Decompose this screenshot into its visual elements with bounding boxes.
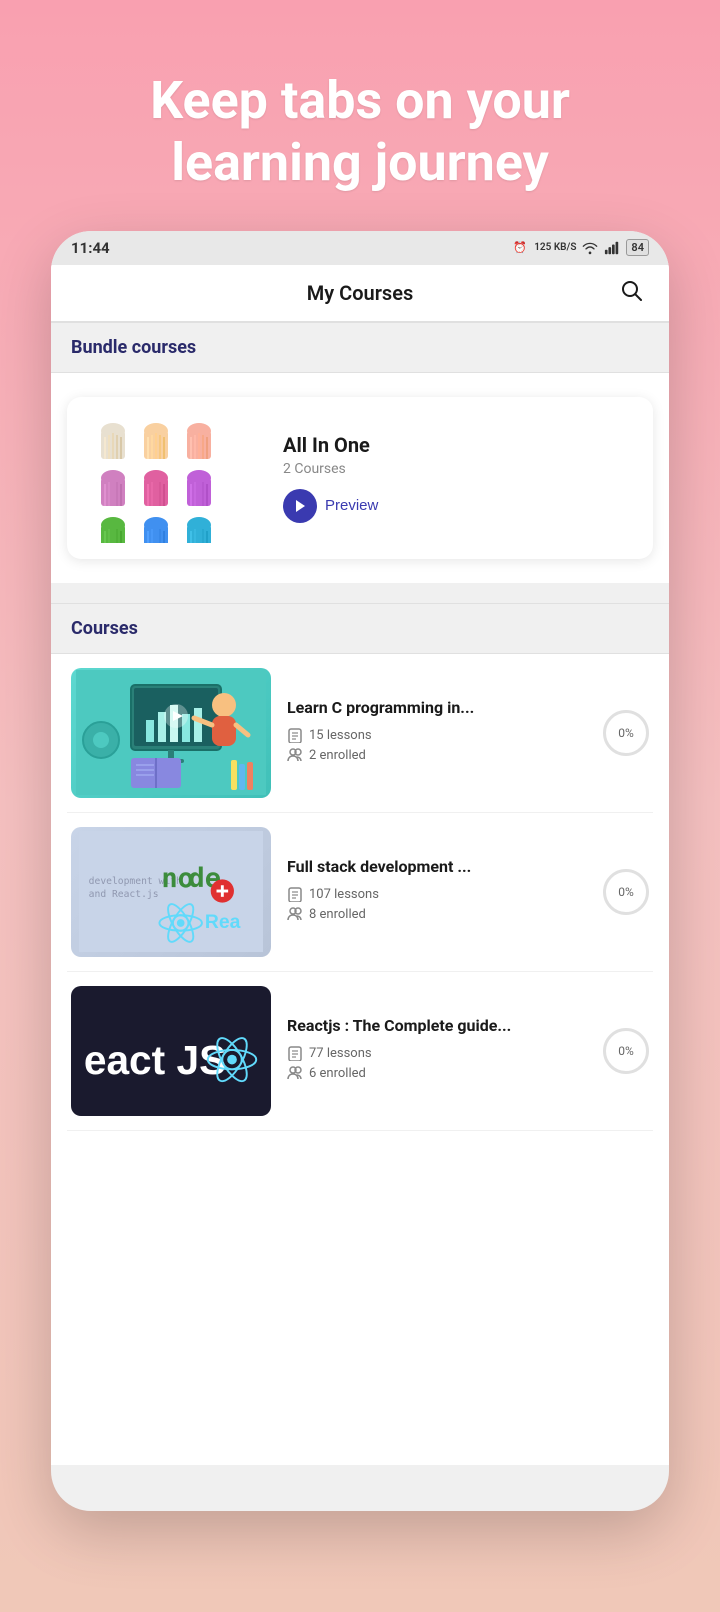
status-right: ⏰ 125 KB/S 84 <box>512 239 649 256</box>
course-enrolled-2: 8 enrolled <box>287 906 587 922</box>
enrolled-icon-1 <box>287 747 303 763</box>
courses-section-header: Courses <box>51 603 669 654</box>
enrolled-icon-2 <box>287 906 303 922</box>
bundle-section-header: Bundle courses <box>51 322 669 373</box>
lessons-count-1: 15 lessons <box>309 728 372 743</box>
progress-circle-3: 0% <box>603 1028 649 1074</box>
courses-heading-text: Courses <box>71 618 138 639</box>
course-title-3: Reactjs : The Complete guide... <box>287 1016 587 1037</box>
course-enrolled-1: 2 enrolled <box>287 747 587 763</box>
grid-item <box>136 470 176 514</box>
progress-value-2: 0% <box>618 885 634 899</box>
status-time: 11:44 <box>71 239 110 257</box>
course-lessons-1: 15 lessons <box>287 727 587 743</box>
status-bar: 11:44 ⏰ 125 KB/S <box>51 231 669 265</box>
enrolled-count-3: 6 enrolled <box>309 1066 366 1081</box>
progress-value-1: 0% <box>618 726 634 740</box>
grid-item <box>179 470 219 514</box>
hero-line2: learning journey <box>171 132 549 193</box>
search-button[interactable] <box>619 278 645 307</box>
lessons-count-2: 107 lessons <box>309 887 379 902</box>
progress-circle-2: 0% <box>603 869 649 915</box>
reactjs-illustration: eact JS <box>71 986 271 1116</box>
alarm-icon: ⏰ <box>512 240 528 256</box>
app-header: My Courses <box>51 265 669 322</box>
battery-indicator: 84 <box>626 239 649 256</box>
app-content: My Courses Bundle courses <box>51 265 669 1465</box>
grid-item <box>93 423 133 467</box>
hero-title: Keep tabs on your learning journey <box>150 70 570 195</box>
play-icon-circle <box>283 489 317 523</box>
lessons-icon-3 <box>287 1045 303 1061</box>
grid-item <box>93 470 133 514</box>
grid-item <box>136 517 176 543</box>
grid-item <box>93 517 133 543</box>
lessons-icon-1 <box>287 727 303 743</box>
progress-value-3: 0% <box>618 1044 634 1058</box>
search-icon <box>619 278 645 304</box>
course-card-3[interactable]: eact JS Reactjs : The Complete guide... <box>67 972 653 1131</box>
course-thumbnail-2: development with and React.js no de <box>71 827 271 957</box>
svg-text:eact JS: eact JS <box>84 1037 226 1083</box>
course-lessons-2: 107 lessons <box>287 886 587 902</box>
course-card-2[interactable]: development with and React.js no de <box>67 813 653 972</box>
lessons-icon-2 <box>287 886 303 902</box>
instructor-illustration <box>71 668 271 798</box>
svg-text:Rea: Rea <box>205 911 241 933</box>
page-title: My Courses <box>307 281 413 305</box>
svg-text:and React.js: and React.js <box>89 889 159 900</box>
section-spacer <box>51 583 669 603</box>
hero-line1: Keep tabs on your <box>150 70 570 131</box>
bundle-thumbnail <box>83 413 263 543</box>
phone-frame: 11:44 ⏰ 125 KB/S <box>51 231 669 1511</box>
enrolled-icon-3 <box>287 1065 303 1081</box>
wifi-icon <box>582 240 598 256</box>
colorful-grid <box>87 417 225 543</box>
course-info-1: Learn C programming in... 15 lessons <box>287 698 587 767</box>
progress-circle-1: 0% <box>603 710 649 756</box>
lessons-count-3: 77 lessons <box>309 1046 372 1061</box>
course-title-2: Full stack development ... <box>287 857 587 878</box>
course-lessons-3: 77 lessons <box>287 1045 587 1061</box>
grid-item <box>179 517 219 543</box>
bundle-info: All In One 2 Courses Preview <box>283 433 637 523</box>
course-thumbnail-3: eact JS <box>71 986 271 1116</box>
bundle-section-content: All In One 2 Courses Preview <box>51 373 669 583</box>
course-enrolled-3: 6 enrolled <box>287 1065 587 1081</box>
bundle-title: All In One <box>283 433 637 457</box>
preview-button[interactable]: Preview <box>283 489 378 523</box>
bundle-heading-text: Bundle courses <box>71 337 196 358</box>
hero-section: Keep tabs on your learning journey <box>150 70 570 195</box>
course-info-3: Reactjs : The Complete guide... 77 lesso… <box>287 1016 587 1085</box>
grid-item <box>179 423 219 467</box>
bundle-subtitle: 2 Courses <box>283 461 637 477</box>
course-thumbnail-1 <box>71 668 271 798</box>
signal-icon <box>604 240 620 256</box>
grid-item <box>136 423 176 467</box>
course-title-1: Learn C programming in... <box>287 698 587 719</box>
play-icon <box>294 499 306 513</box>
data-speed: 125 KB/S <box>534 242 576 253</box>
enrolled-count-1: 2 enrolled <box>309 748 366 763</box>
bundle-card: All In One 2 Courses Preview <box>67 397 653 559</box>
enrolled-count-2: 8 enrolled <box>309 907 366 922</box>
course-card-1[interactable]: Learn C programming in... 15 lessons <box>67 654 653 813</box>
course-info-2: Full stack development ... 107 lessons <box>287 857 587 926</box>
preview-label: Preview <box>325 497 378 514</box>
nodejs-illustration: development with and React.js no de <box>71 827 271 957</box>
courses-list: Learn C programming in... 15 lessons <box>51 654 669 1147</box>
